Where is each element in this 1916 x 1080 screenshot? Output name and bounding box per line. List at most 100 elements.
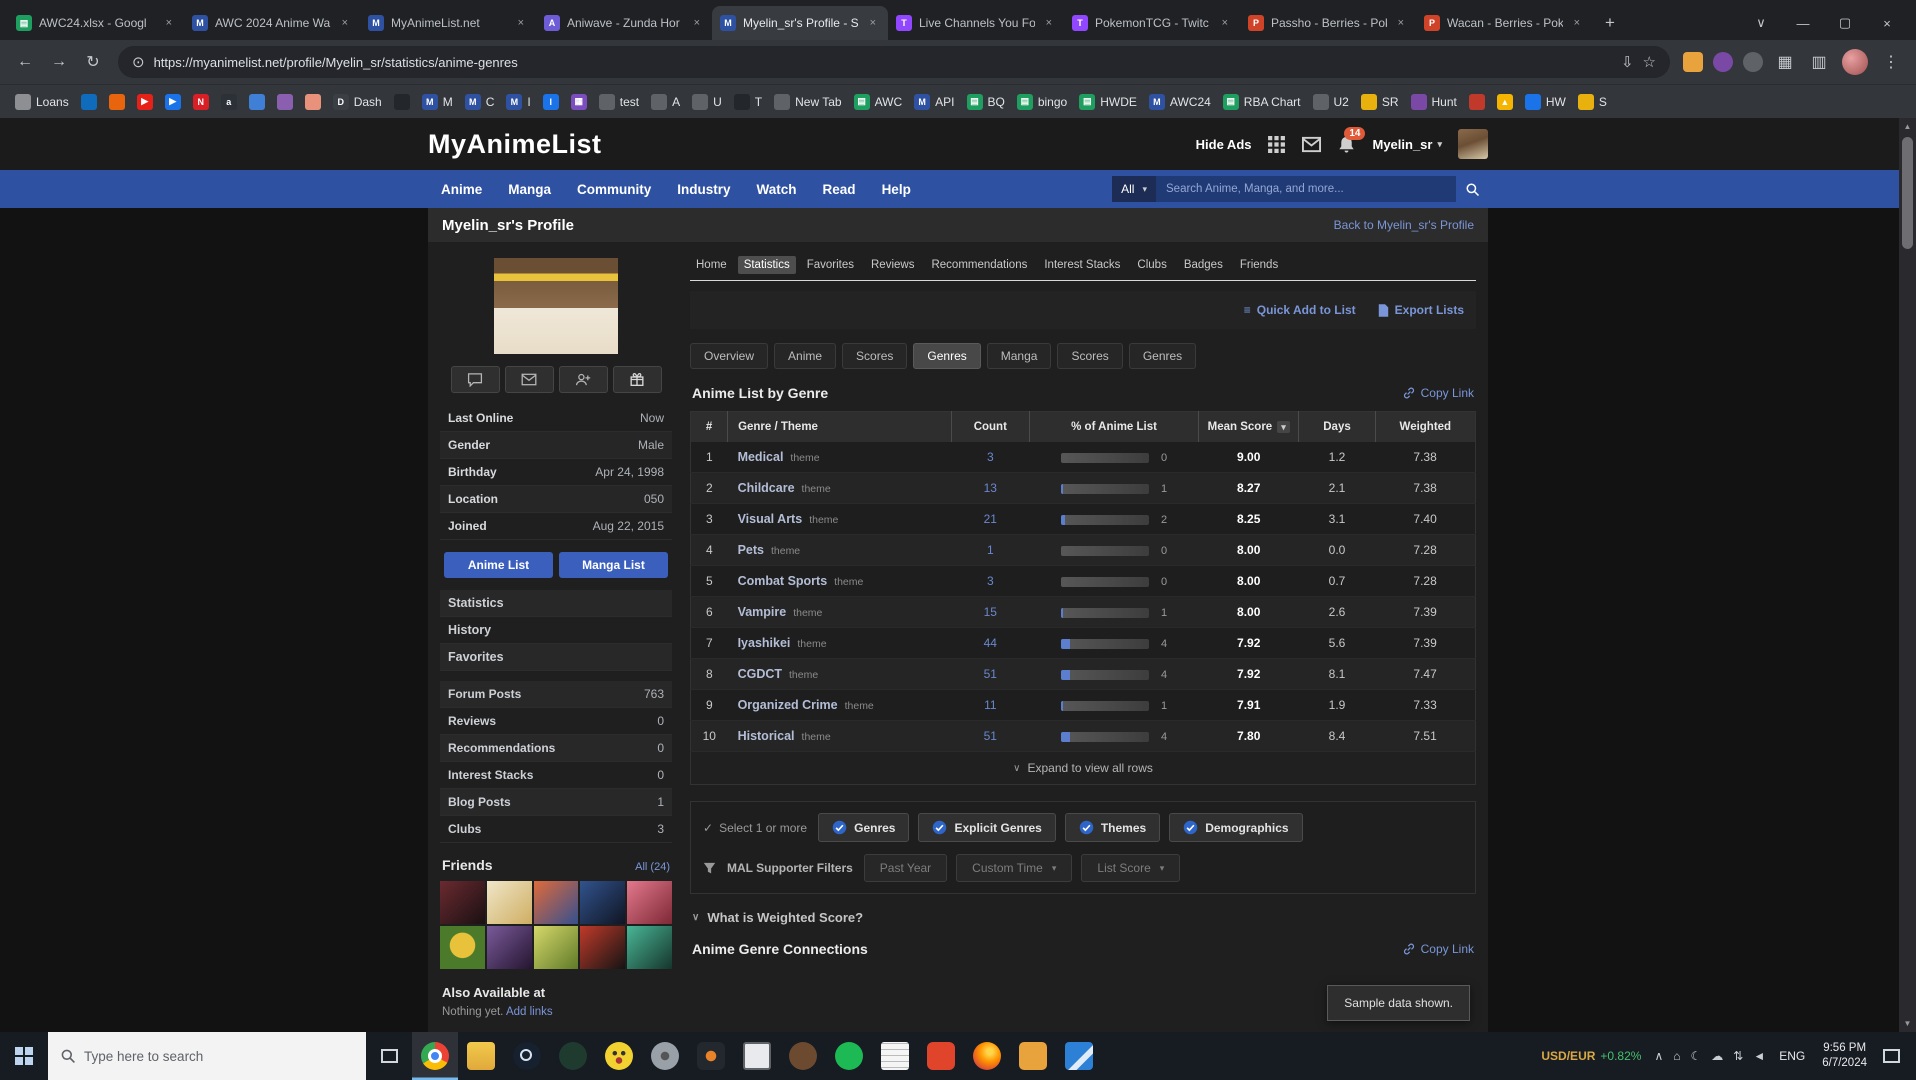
bookmark-star-icon[interactable]: ☆ [1643, 53, 1656, 71]
nav-link[interactable]: Manga [495, 182, 564, 197]
bookmark-item[interactable]: I [538, 91, 564, 113]
extension-icon[interactable] [1713, 52, 1733, 72]
browser-tab[interactable]: A Aniwave - Zunda Hor × [536, 6, 712, 40]
friend-avatar[interactable] [533, 881, 579, 924]
tray-volume-icon[interactable]: ◄ [1748, 1049, 1770, 1063]
browser-tab[interactable]: T PokemonTCG - Twitc × [1064, 6, 1240, 40]
genre-count-link[interactable]: 1 [987, 543, 994, 557]
profile-tab[interactable]: Home [690, 256, 733, 274]
sidebar-link[interactable]: Favorites [440, 644, 672, 671]
bookmark-item[interactable]: M I [501, 91, 535, 113]
comment-button[interactable] [450, 366, 500, 393]
genre-type-button[interactable]: Explicit Genres [918, 813, 1056, 842]
bookmark-item[interactable]: U2 [1308, 91, 1354, 113]
supporter-filter-button[interactable]: List Score ▾ [1081, 854, 1181, 882]
genre-count-link[interactable]: 51 [984, 667, 997, 681]
back-to-profile-link[interactable]: Back to Myelin_sr's Profile [1334, 218, 1474, 232]
genre-link[interactable]: Visual Arts [738, 512, 803, 526]
stats-tab[interactable]: Overview [690, 343, 769, 369]
bookmark-item[interactable]: ▤ AWC [849, 91, 908, 113]
browser-tab[interactable]: M MyAnimeList.net × [360, 6, 536, 40]
apps-grid-icon[interactable] [1267, 135, 1286, 154]
taskbar-app-pokemmo[interactable] [1010, 1032, 1056, 1080]
tab-close-icon[interactable]: × [162, 16, 176, 30]
start-button[interactable] [0, 1032, 48, 1080]
friend-avatar[interactable] [533, 926, 579, 969]
genre-type-button[interactable]: Genres [818, 813, 910, 842]
genre-type-button[interactable]: Themes [1064, 813, 1161, 842]
scroll-up-icon[interactable]: ▲ [1904, 118, 1912, 135]
language-indicator[interactable]: ENG [1770, 1049, 1814, 1063]
message-button[interactable] [504, 366, 554, 393]
profile-tab[interactable]: Friends [1234, 256, 1284, 274]
bookmark-item[interactable] [389, 91, 415, 113]
stats-tab[interactable]: Manga [986, 343, 1052, 369]
stats-tab[interactable]: Genres [913, 343, 981, 369]
hide-ads-link[interactable]: Hide Ads [1196, 137, 1252, 152]
tray-cloud-icon[interactable]: ☁ [1706, 1049, 1728, 1063]
sort-caret-icon[interactable]: ▾ [1277, 421, 1290, 433]
maximize-button[interactable]: ▢ [1824, 5, 1866, 41]
sidebar-link[interactable]: Statistics [440, 590, 672, 617]
bookmark-item[interactable]: ▲ [1492, 91, 1518, 113]
sidebar-count-row[interactable]: Recommendations 0 [440, 735, 672, 762]
currency-ticker-pair[interactable]: USD/EUR [1541, 1049, 1595, 1063]
tab-close-icon[interactable]: × [690, 16, 704, 30]
profile-tab[interactable]: Statistics [737, 256, 796, 274]
genre-count-link[interactable]: 13 [984, 481, 997, 495]
taskbar-app-firefox[interactable] [964, 1032, 1010, 1080]
tray-home-icon[interactable]: ⌂ [1668, 1049, 1685, 1063]
bookmark-item[interactable]: D Dash [328, 91, 387, 113]
stats-tab[interactable]: Genres [1128, 343, 1197, 369]
taskbar-app-steam[interactable] [504, 1032, 550, 1080]
page-scrollbar[interactable]: ▲ ▼ [1899, 118, 1916, 1032]
bookmark-item[interactable]: a [216, 91, 242, 113]
tab-close-icon[interactable]: × [1570, 16, 1584, 30]
taskbar-search-input[interactable] [84, 1048, 354, 1064]
bookmark-item[interactable]: SR [1356, 91, 1404, 113]
profile-tab[interactable]: Recommendations [925, 256, 1033, 274]
nav-link[interactable]: Anime [428, 182, 495, 197]
quick-add-link[interactable]: ≡ Quick Add to List [1244, 303, 1356, 317]
genre-link[interactable]: Childcare [738, 481, 795, 495]
action-center-icon[interactable] [1883, 1049, 1900, 1063]
friend-avatar[interactable] [627, 881, 672, 924]
bookmark-item[interactable]: Loans [10, 91, 74, 113]
nav-link[interactable]: Industry [664, 182, 743, 197]
browser-tab[interactable]: ▤ AWC24.xlsx - Googl × [8, 6, 184, 40]
bookmark-item[interactable] [300, 91, 326, 113]
bookmark-item[interactable]: HW [1520, 91, 1571, 113]
scroll-down-icon[interactable]: ▼ [1904, 1015, 1912, 1032]
browser-tab[interactable]: M Myelin_sr's Profile - S × [712, 6, 888, 40]
tray-moon-icon[interactable]: ☾ [1686, 1049, 1707, 1063]
taskbar-app-cheat-engine[interactable] [596, 1032, 642, 1080]
friend-avatar[interactable] [580, 926, 626, 969]
profile-avatar[interactable] [494, 258, 618, 354]
bookmark-item[interactable]: test [594, 91, 644, 113]
genre-count-link[interactable]: 11 [984, 698, 996, 712]
browser-menu-icon[interactable]: ⋮ [1876, 47, 1906, 77]
profile-tab[interactable]: Interest Stacks [1038, 256, 1126, 274]
nav-link[interactable]: Watch [744, 182, 810, 197]
browser-tab[interactable]: M AWC 2024 Anime Wa × [184, 6, 360, 40]
side-panel-icon[interactable]: ▥ [1804, 47, 1834, 77]
bookmark-item[interactable] [244, 91, 270, 113]
taskbar-search[interactable] [48, 1032, 366, 1080]
bookmark-item[interactable] [104, 91, 130, 113]
sidebar-count-row[interactable]: Clubs 3 [440, 816, 672, 843]
bookmark-item[interactable]: M API [909, 91, 959, 113]
tab-close-icon[interactable]: × [1394, 16, 1408, 30]
add-links-link[interactable]: Add links [506, 1006, 553, 1018]
expand-rows-button[interactable]: ∨ Expand to view all rows [690, 752, 1476, 785]
copy-link-button[interactable]: Copy Link [1402, 386, 1474, 400]
bookmark-item[interactable]: N [188, 91, 214, 113]
site-info-icon[interactable]: ⊙ [132, 53, 145, 71]
new-tab-button[interactable]: + [1596, 9, 1624, 37]
bookmark-item[interactable] [1464, 91, 1490, 113]
genre-link[interactable]: CGDCT [738, 667, 782, 681]
browser-tab[interactable]: P Wacan - Berries - Pok × [1416, 6, 1592, 40]
friend-avatar[interactable] [580, 881, 626, 924]
username-menu[interactable]: Myelin_sr ▾ [1372, 137, 1442, 152]
bookmark-item[interactable]: U [687, 91, 727, 113]
reload-button[interactable]: ↻ [78, 47, 108, 77]
